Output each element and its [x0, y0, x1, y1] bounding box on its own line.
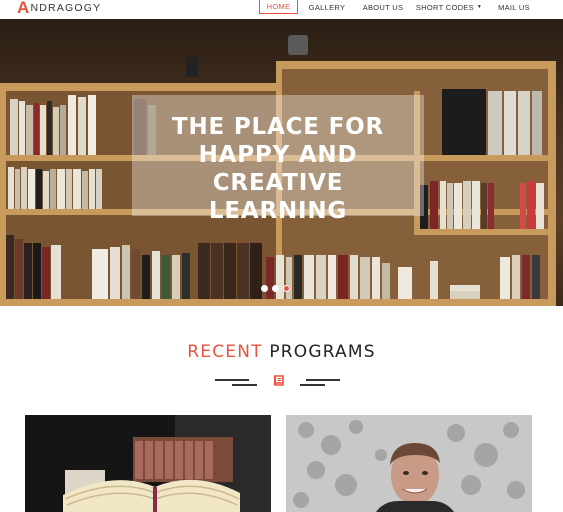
nav-mail-label: MAIL US — [498, 2, 530, 12]
nav-mail[interactable]: MAIL US — [493, 0, 535, 14]
nav-about-label: ABOUT US — [362, 2, 404, 12]
hero-title: THE PLACE FOR HAPPY AND CREATIVE LEARNIN… — [132, 113, 424, 225]
section-title: RECENT PROGRAMS — [0, 342, 563, 362]
nav-short-codes[interactable]: SHORT CODES ▼ — [416, 0, 482, 14]
nav-home-label: HOME — [266, 2, 291, 11]
hero-title-line-1: THE PLACE FOR — [172, 114, 384, 140]
program-card-2[interactable] — [286, 415, 532, 512]
section-title-accent: RECENT — [187, 342, 263, 362]
hero-title-line-2: HAPPY AND CREATIVE — [198, 142, 358, 196]
student-portrait-photo — [286, 415, 532, 512]
slider-dot-2[interactable] — [272, 285, 279, 292]
hero-title-line-3: LEARNING — [208, 198, 348, 224]
caret-down-icon: ▼ — [476, 4, 483, 10]
nav-short-codes-label: SHORT CODES — [415, 2, 474, 12]
section-title-rest: PROGRAMS — [269, 342, 376, 362]
nav-about[interactable]: ABOUT US — [358, 0, 408, 14]
nav-gallery-label: GALLERY — [308, 2, 346, 12]
slider-dot-3[interactable] — [283, 285, 290, 292]
book-icon — [273, 375, 284, 386]
slider-dot-1[interactable] — [261, 285, 268, 292]
nav-gallery[interactable]: GALLERY — [303, 0, 351, 14]
open-books-photo — [25, 415, 271, 512]
hero-slider[interactable]: THE PLACE FOR HAPPY AND CREATIVE LEARNIN… — [0, 19, 563, 306]
nav-home[interactable]: HOME — [259, 0, 298, 14]
slider-dots — [261, 285, 290, 292]
main-nav: HOME GALLERY ABOUT US SHORT CODES ▼ MAIL… — [0, 0, 563, 14]
navbar: A NDRAGOGY HOME GALLERY ABOUT US SHORT C… — [0, 0, 563, 19]
program-card-1[interactable] — [25, 415, 271, 512]
